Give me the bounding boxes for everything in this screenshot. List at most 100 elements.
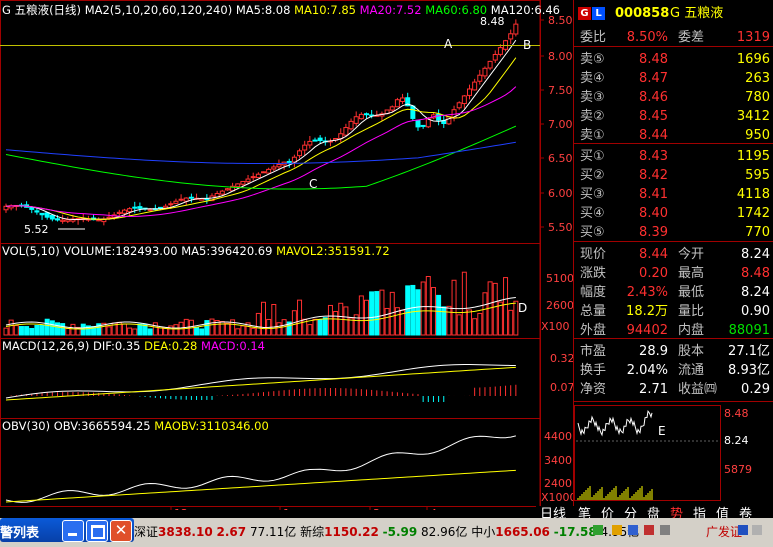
- volume-bar: [384, 307, 390, 336]
- stat-value: 8.24: [741, 247, 770, 262]
- y-tick-label: 0.32: [550, 352, 573, 365]
- minimize-icon: [68, 533, 77, 536]
- candle-body: [3, 205, 9, 211]
- ask-row: 卖③ 8.46 780: [574, 88, 773, 107]
- minimize-button[interactable]: [62, 520, 84, 542]
- row-label: 买④: [580, 206, 605, 221]
- y-tick-label: 7.50: [548, 84, 573, 97]
- volume-bar: [369, 291, 375, 336]
- stock-code: 000858: [615, 6, 670, 21]
- candle-body: [482, 67, 488, 77]
- weicha-label: 委差: [678, 30, 705, 45]
- obv-title: OBV(30): [2, 419, 51, 433]
- net-icon: [593, 525, 603, 535]
- ma-params: MA2(5,10,20,60,120,240): [84, 3, 233, 17]
- candle-body: [492, 54, 498, 61]
- volume-bar: [39, 325, 45, 336]
- ticker-name: 新综: [300, 525, 325, 539]
- y-tick-label: 2600: [546, 299, 573, 312]
- candle-body: [271, 166, 277, 170]
- stat-value: 0.29: [741, 382, 770, 397]
- ticker-value: 1150.22: [324, 525, 379, 539]
- stat-value: 2.43%: [626, 285, 668, 300]
- panel-separator: [574, 143, 773, 144]
- candle-body: [343, 127, 349, 136]
- mini-intraday-chart[interactable]: 8.48 8.24 5879 E: [574, 405, 773, 506]
- candle-body: [235, 183, 241, 188]
- stat-label: 换手: [580, 363, 607, 378]
- row-price: 8.42: [639, 168, 668, 183]
- volume-bar: [18, 326, 24, 336]
- annot-d: D: [518, 301, 527, 315]
- annot-c: C: [309, 177, 317, 191]
- row-label: 买①: [580, 149, 605, 164]
- stock-title: G 五粮液(日线): [2, 3, 82, 17]
- volume-bar: [137, 323, 143, 336]
- volume-bar: [327, 304, 333, 336]
- fund-row: 市盈 28.9 股本 27.1亿: [574, 342, 773, 361]
- macd-header: MACD(12,26,9) DIF:0.35 DEA:0.28 MACD:0.1…: [2, 339, 265, 353]
- candle-body: [348, 120, 354, 130]
- row-price: 8.40: [639, 206, 668, 221]
- stat-label: 最低: [678, 285, 705, 300]
- candle-body: [487, 60, 493, 69]
- ticker-item: 新综1150.22 -5.99 82.96亿: [300, 525, 471, 539]
- vol-ma5: MA5:396420.69: [181, 244, 273, 258]
- volume-bar: [132, 328, 138, 336]
- maximize-button[interactable]: [86, 520, 108, 542]
- stat-value: 8.44: [639, 247, 668, 262]
- macd-bars: [10, 384, 517, 402]
- volume-bar: [410, 284, 416, 336]
- stat-label: 净资: [580, 382, 607, 397]
- candle-body: [255, 173, 261, 179]
- ask-row: 卖④ 8.47 263: [574, 69, 773, 88]
- fund-row: 换手 2.04% 流通 8.93亿: [574, 361, 773, 380]
- volume-bar: [44, 318, 50, 336]
- weibi-label: 委比: [580, 30, 607, 45]
- alert-list-window[interactable]: 警列表 ✕: [0, 518, 134, 542]
- bid-row: 买② 8.42 595: [574, 166, 773, 185]
- candle-body: [96, 219, 102, 222]
- quote-panel: G L 000858 G 五粮液 委比 8.50% 委差 1319 卖⑤ 8.48…: [573, 0, 773, 506]
- volume-bar: [472, 318, 478, 336]
- candle-body: [173, 200, 179, 204]
- stat-label: 最高: [678, 266, 705, 281]
- candle-body: [158, 206, 163, 209]
- volume-bar: [297, 299, 303, 336]
- close-button[interactable]: ✕: [110, 520, 132, 542]
- bid-row: 买⑤ 8.39 770: [574, 223, 773, 242]
- volume-bar: [379, 289, 385, 336]
- volume-bar: [415, 289, 421, 336]
- row-volume: 595: [745, 168, 770, 183]
- panel-separator: [574, 338, 773, 339]
- chart-frame: [0, 0, 541, 244]
- ma5-value: MA5:8.08: [235, 3, 291, 17]
- row-price: 8.46: [639, 90, 668, 105]
- candle-body: [477, 74, 483, 82]
- stat-value: 2.04%: [626, 363, 668, 378]
- stat-label: 今开: [678, 247, 705, 262]
- row-price: 8.39: [639, 225, 668, 240]
- volume-bar: [312, 318, 318, 336]
- candle-body: [461, 95, 467, 105]
- candle-body: [137, 206, 143, 209]
- settings-icon[interactable]: [660, 525, 670, 535]
- obv-header: OBV(30) OBV:3665594.25 MAOBV:3110346.00: [2, 419, 269, 433]
- candle-body: [497, 47, 503, 55]
- volume-bar: [477, 312, 483, 336]
- candle-body: [219, 190, 225, 195]
- annot-a: A: [444, 37, 453, 51]
- stat-label: 量比: [678, 304, 705, 319]
- candle-body: [168, 203, 174, 206]
- ticker-amount: 82.96亿: [421, 525, 468, 539]
- ticker-change: 2.67: [216, 525, 247, 539]
- row-label: 卖②: [580, 109, 605, 124]
- candle-body: [364, 113, 369, 116]
- y-tick-label: 0.07: [550, 381, 573, 394]
- volume-bar: [456, 314, 462, 336]
- volume-bar: [436, 294, 442, 336]
- candle-body: [436, 113, 442, 121]
- ma60-line: [5, 125, 517, 190]
- row-price: 8.43: [639, 149, 668, 164]
- stat-label: 流通: [678, 363, 705, 378]
